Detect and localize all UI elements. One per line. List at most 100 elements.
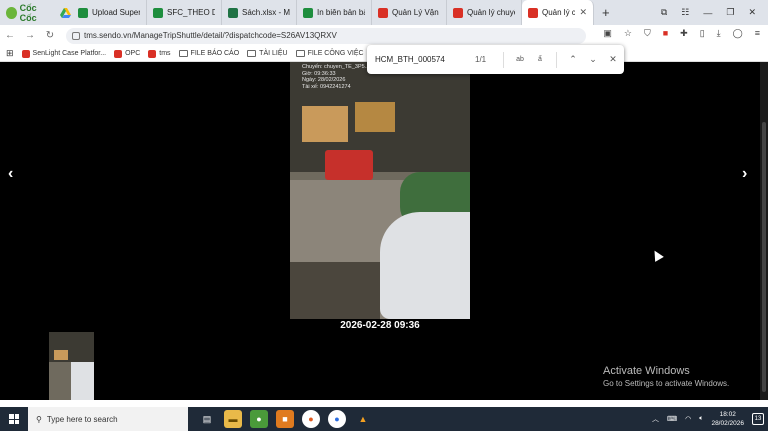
app-icon-flame[interactable]: ▲: [354, 410, 372, 428]
file-explorer-icon[interactable]: ▬: [224, 410, 242, 428]
bookmark-label: FILE CÔNG VIỆC: [307, 50, 364, 57]
next-image-button[interactable]: ›: [742, 165, 747, 183]
watermark-subtitle: Go to Settings to activate Windows.: [603, 379, 730, 388]
browser-tab[interactable]: Quản lý ch✕: [522, 0, 594, 25]
browser-tab[interactable]: Quản lý chuyến: [447, 0, 522, 25]
bookmark-favicon-icon: [114, 49, 123, 58]
apps-icon[interactable]: ⊞: [6, 48, 14, 59]
photo-box: [302, 106, 348, 142]
photo-stool: [325, 150, 373, 180]
minimize-button[interactable]: —: [703, 8, 712, 18]
bookmark-item[interactable]: FILE CÔNG VIỆC: [295, 50, 364, 58]
folder-icon: [295, 50, 305, 57]
browser-tab[interactable]: Upload Superse: [72, 0, 147, 25]
volume-icon[interactable]: 🔈︎: [699, 415, 703, 423]
sticky-notes-icon[interactable]: ■: [276, 410, 294, 428]
url-bar[interactable]: tms.sendo.vn/ManageTripShuttle/detail/?d…: [66, 27, 586, 44]
find-in-page-icon[interactable]: ▣: [603, 28, 612, 39]
tab-label: SFC_THEO DÕI: [167, 8, 215, 17]
menu-icon[interactable]: ≡: [755, 28, 760, 39]
bookmark-item[interactable]: TÀI LIỆU: [247, 50, 288, 58]
taskbar-search[interactable]: ⚲ Type here to search: [28, 407, 188, 431]
drive-tab[interactable]: [58, 7, 72, 18]
clock[interactable]: 18:02 28/02/2026: [711, 410, 744, 428]
bookmark-favicon-icon: [21, 49, 30, 58]
browser-tab[interactable]: SFC_THEO DÕI: [147, 0, 222, 25]
extension-red-icon[interactable]: ■: [663, 28, 668, 39]
folder-icon: [247, 50, 257, 57]
tab-search-icon[interactable]: ⧉: [661, 7, 667, 18]
browser-tab[interactable]: Quản Lý Vận Đơ: [372, 0, 447, 25]
forward-button[interactable]: →: [20, 30, 40, 41]
next-match-button[interactable]: ⌄: [583, 54, 603, 65]
prev-image-button[interactable]: ‹: [8, 165, 13, 183]
back-button[interactable]: ←: [0, 30, 20, 41]
bookmark-star-icon[interactable]: ☆: [624, 28, 632, 39]
thumbnail-image[interactable]: [49, 332, 94, 400]
page-scrollbar[interactable]: [760, 62, 768, 400]
watermark-title: Activate Windows: [603, 365, 690, 377]
download-icon[interactable]: ⤓: [717, 28, 721, 39]
start-button[interactable]: [0, 414, 28, 424]
site-info-icon[interactable]: [72, 31, 80, 40]
tab-favicon-icon: [303, 7, 313, 18]
match-case-button[interactable]: ab: [510, 56, 530, 63]
search-icon: ⚲: [36, 414, 42, 424]
browser-tools: ▣ ☆ ⛉ ■ ✚ ▯ ⤓ ◯ ≡: [603, 28, 760, 39]
restore-button[interactable]: ❐: [726, 7, 734, 18]
keyboard-icon[interactable]: ⌨: [667, 415, 677, 423]
shield-icon[interactable]: ⛉: [644, 28, 651, 39]
thumb-box: [54, 350, 68, 360]
wifi-icon[interactable]: ◠: [685, 415, 691, 423]
bookmark-item[interactable]: FILE BÁO CÁO: [178, 50, 239, 58]
profile-icon[interactable]: ◯: [733, 28, 743, 39]
new-tab-button[interactable]: +: [594, 5, 618, 20]
bookmark-item[interactable]: tms: [148, 49, 171, 58]
tab-label: Quản Lý Vận Đơ: [392, 8, 440, 17]
close-window-button[interactable]: ✕: [748, 7, 756, 18]
split-view-icon[interactable]: ▯: [700, 28, 705, 39]
bookmark-item[interactable]: OPC: [114, 49, 140, 58]
find-count: 1/1: [475, 55, 487, 64]
find-divider-2: [556, 51, 557, 68]
find-input[interactable]: HCM_BTH_000574: [375, 55, 475, 64]
page-bottom-strip: [0, 400, 768, 407]
brand-label: Cốc Cốc: [19, 2, 37, 23]
browser-tab[interactable]: Sách.xlsx - Micr: [222, 0, 297, 25]
sidebar-toggle-icon[interactable]: ☷: [681, 7, 689, 18]
scrollbar-thumb[interactable]: [762, 122, 766, 392]
photo-caption: 2026-02-28 09:36: [340, 320, 420, 331]
tab-favicon-icon: [228, 7, 238, 18]
extensions-icon[interactable]: ✚: [680, 28, 688, 39]
close-tab-icon[interactable]: ✕: [579, 7, 587, 18]
previous-match-button[interactable]: ⌃: [563, 54, 583, 65]
tab-label: Quản lý ch: [542, 8, 576, 17]
delivery-photo[interactable]: Chuyến: chuyen_TE_3P5... Giờ: 09:36:33 N…: [290, 62, 470, 319]
bookmark-label: SenLight Case Platfor...: [32, 50, 107, 57]
app-icon-orange[interactable]: ●: [302, 410, 320, 428]
tab-favicon-icon: [453, 7, 463, 18]
browser-brand[interactable]: Cốc Cốc: [0, 0, 58, 25]
activate-windows-watermark: Activate Windows Go to Settings to activ…: [603, 365, 729, 388]
browser-tab[interactable]: In biên bản bàn: [297, 0, 372, 25]
tab-label: In biên bản bàn: [317, 8, 365, 17]
notifications-button[interactable]: 13: [752, 413, 764, 425]
windows-logo-icon: [9, 414, 19, 424]
bookmark-item[interactable]: SenLight Case Platfor...: [21, 49, 107, 58]
photo-white-bag: [380, 212, 470, 319]
reload-button[interactable]: ↻: [40, 30, 60, 41]
tab-favicon-icon: [528, 7, 538, 18]
tray-overflow-icon[interactable]: ︿: [652, 414, 659, 424]
coccoc-taskbar-icon[interactable]: ●: [250, 410, 268, 428]
folder-icon: [178, 50, 188, 57]
match-diacritics-button[interactable]: ẩ: [530, 56, 550, 63]
close-find-button[interactable]: ✕: [603, 54, 623, 65]
tab-favicon-icon: [153, 7, 163, 18]
photo-shadow: [290, 262, 380, 319]
tab-label: Sách.xlsx - Micr: [242, 8, 290, 17]
photo-box-2: [355, 102, 395, 132]
task-view-icon[interactable]: ▤: [198, 410, 216, 428]
coccoc-logo-icon: [6, 6, 17, 19]
window-controls: ⧉ ☷ — ❐ ✕: [661, 0, 768, 25]
chat-app-icon[interactable]: ●: [328, 410, 346, 428]
